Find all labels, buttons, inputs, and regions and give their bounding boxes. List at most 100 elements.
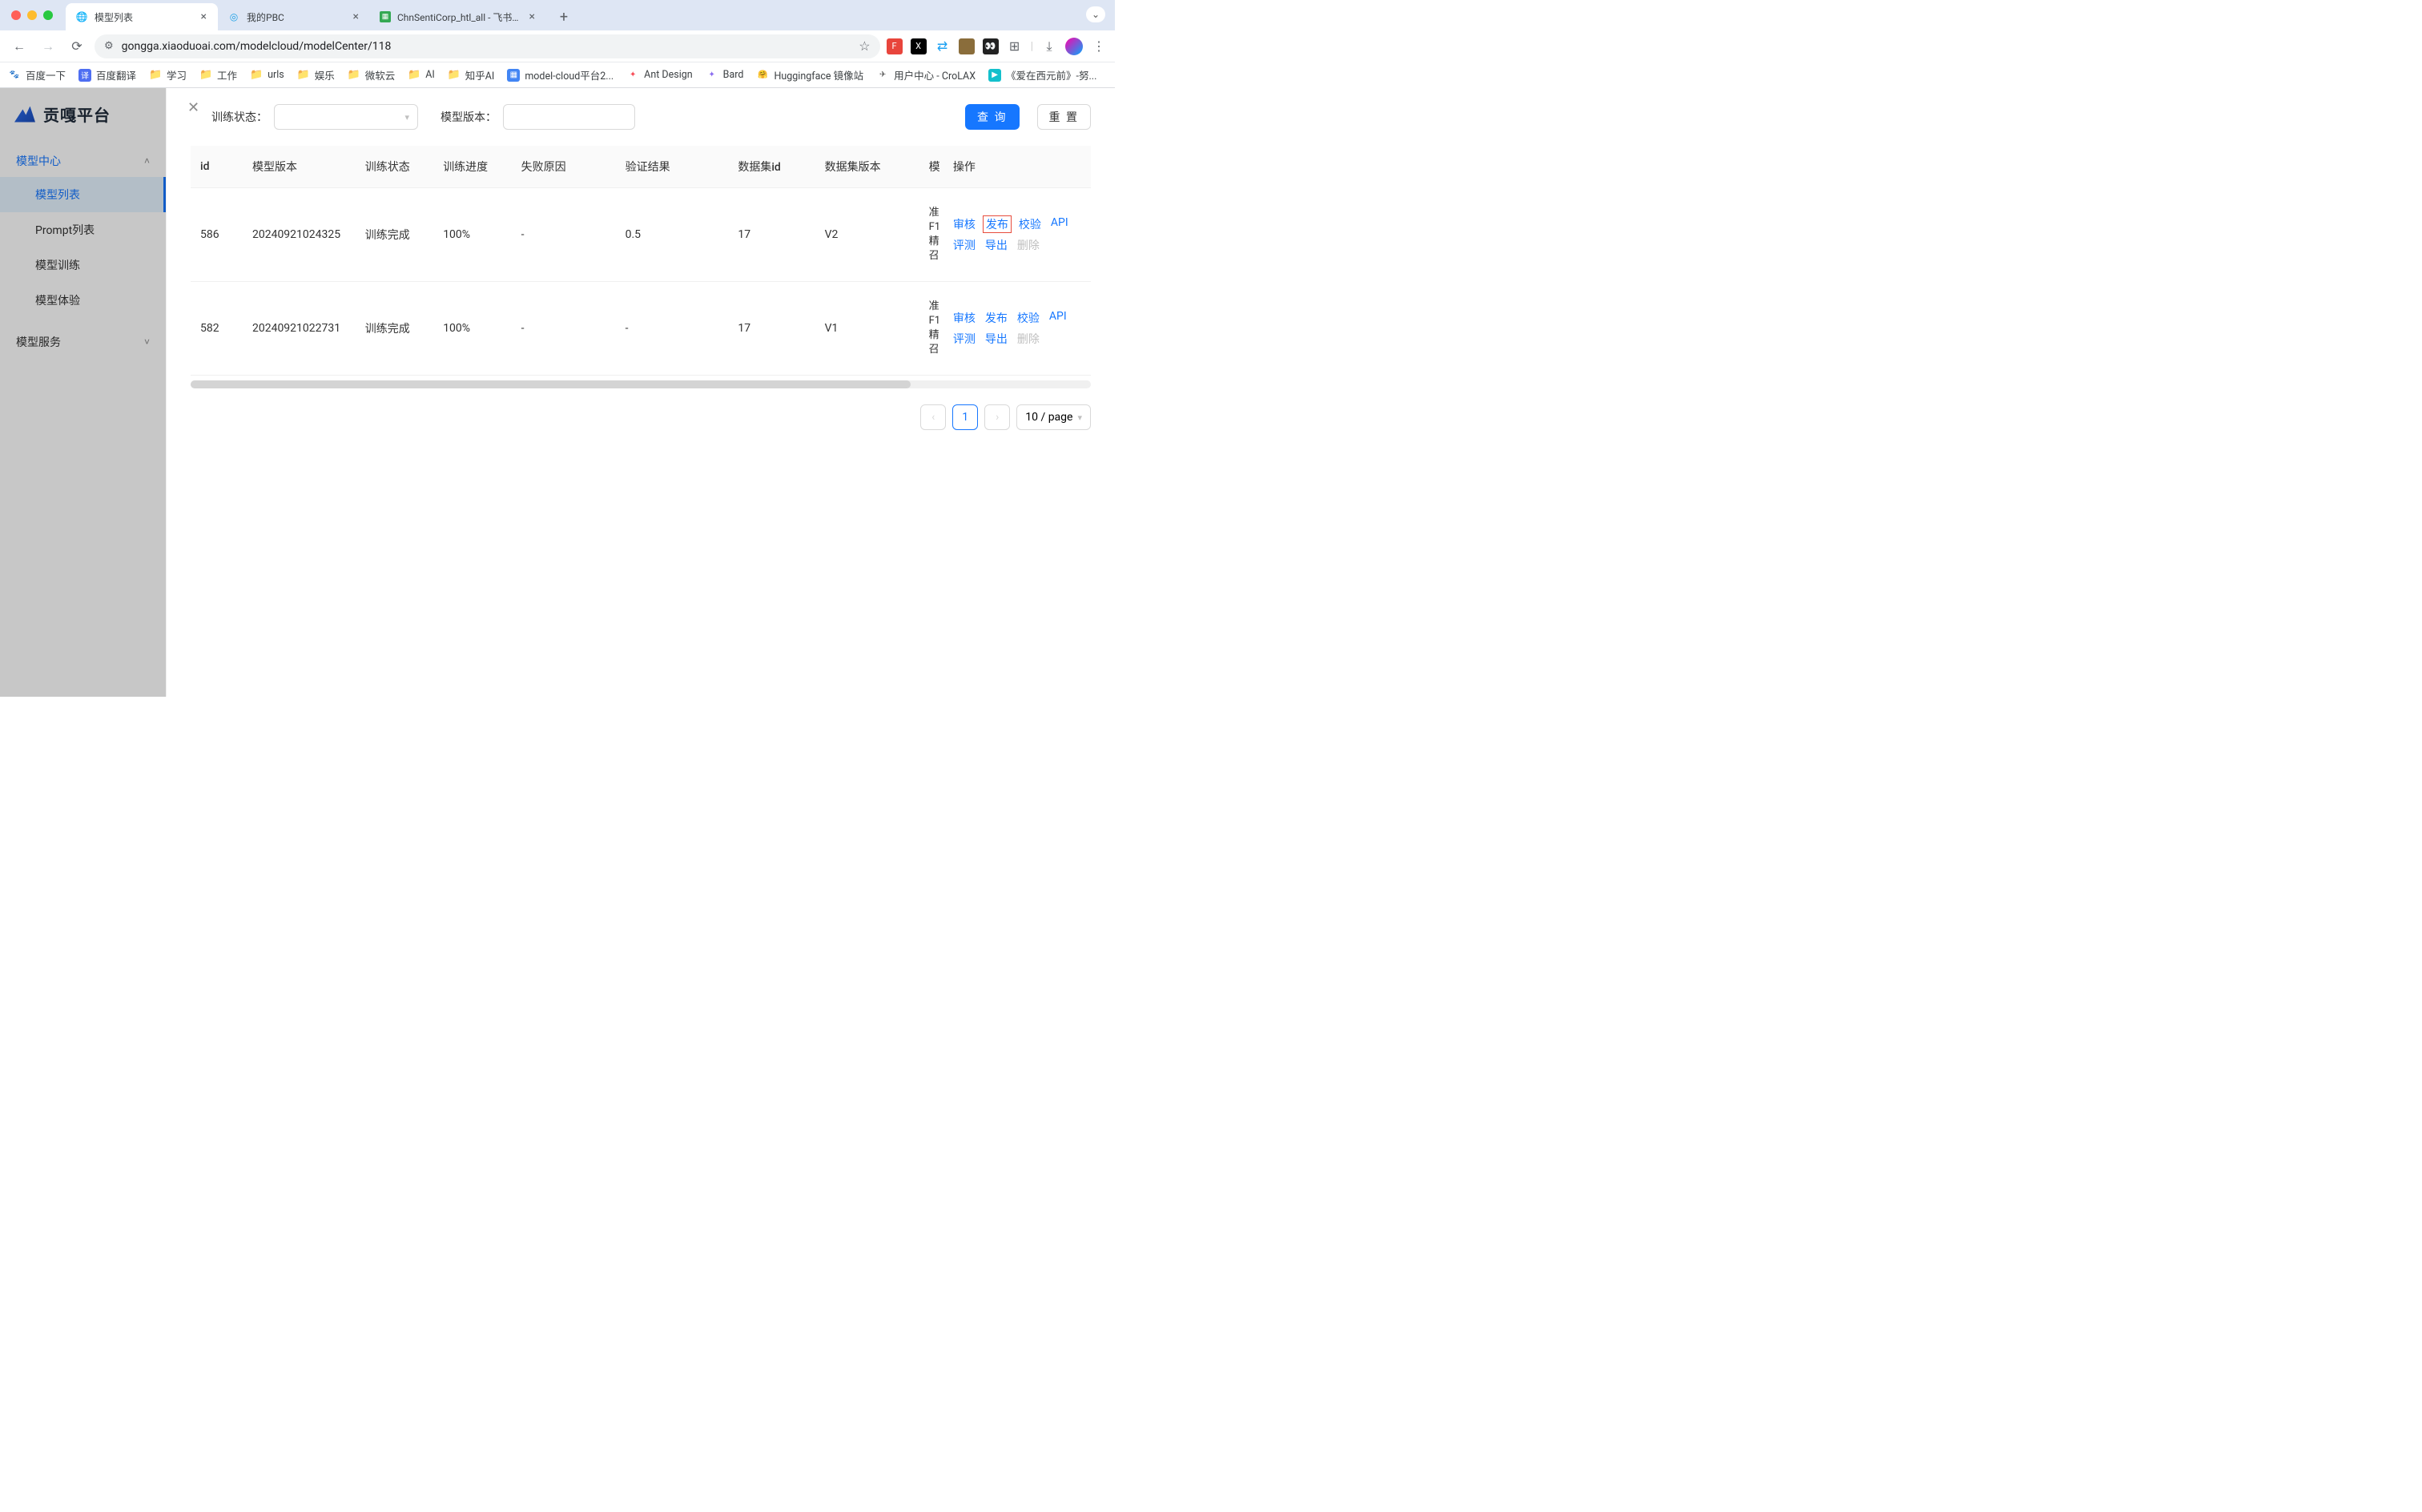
nav-forward-button[interactable]: → [37,35,59,58]
action-export[interactable]: 导出 [985,237,1008,253]
cell-model-metrics: 准F1精召 [919,282,943,376]
new-tab-button[interactable]: + [553,6,575,28]
page-next-button[interactable]: › [984,404,1010,430]
bookmark-folder[interactable]: 学习 [149,67,187,82]
bookmark-item[interactable]: ▶《爱在西元前》-努... [988,67,1096,82]
tab-active[interactable]: 🌐 模型列表 × [66,3,218,30]
bookmark-item[interactable]: 🐾百度一下 [8,67,66,82]
table-container: id 模型版本 训练状态 训练进度 失败原因 验证结果 数据集id 数据集版本 … [167,146,1115,376]
bookmark-folder[interactable]: 微软云 [348,67,396,82]
action-publish[interactable]: 发布 [983,215,1012,233]
action-publish[interactable]: 发布 [985,310,1008,326]
kebab-menu-icon[interactable]: ⋮ [1091,38,1107,54]
action-api[interactable]: API [1051,216,1068,232]
cell-verify: 0.5 [616,188,729,282]
tab[interactable]: ▦ ChnSentiCorp_htl_all - 飞书云 × [370,3,546,30]
nav-back-button[interactable]: ← [8,35,30,58]
browser-tab-strip: 🌐 模型列表 × ◎ 我的PBC × ▦ ChnSentiCorp_htl_al… [0,0,1115,30]
page-number-button[interactable]: 1 [952,404,978,430]
bookmark-item[interactable]: ✦Ant Design [626,69,693,82]
action-eval[interactable]: 评测 [953,237,976,253]
scrollbar-thumb[interactable] [191,380,911,388]
tab-close-icon[interactable]: × [352,10,360,23]
extensions-puzzle-icon[interactable]: ⊞ [1007,38,1023,54]
drawer-close-button[interactable]: ✕ [187,99,199,116]
window-minimize[interactable] [27,10,37,20]
action-delete[interactable]: 删除 [1017,237,1040,253]
profile-menu-button[interactable]: ⌄ [1086,6,1105,22]
window-maximize[interactable] [43,10,53,20]
page-prev-button[interactable]: ‹ [920,404,946,430]
table-row: 58220240921022731训练完成100%--17V1准F1精召审核发布… [191,282,1091,376]
profile-avatar[interactable] [1065,38,1083,55]
table-header-row: id 模型版本 训练状态 训练进度 失败原因 验证结果 数据集id 数据集版本 … [191,146,1091,188]
menu-header-model-service[interactable]: 模型服务 ˅ [0,326,166,358]
extension-icon[interactable]: X [911,38,927,54]
downloads-icon[interactable]: ⤓ [1041,38,1057,54]
action-audit[interactable]: 审核 [953,310,976,326]
tab-close-icon[interactable]: × [199,10,208,23]
action-api[interactable]: API [1049,310,1067,326]
extension-icon[interactable] [959,38,975,54]
filter-version-input[interactable] [503,104,635,130]
menu-item-model-list[interactable]: 模型列表 [0,177,166,212]
cell-status: 训练完成 [356,282,433,376]
menu-item-model-train[interactable]: 模型训练 [0,247,166,283]
bookmark-folder[interactable]: 知乎AI [448,67,495,82]
tabs-container: 🌐 模型列表 × ◎ 我的PBC × ▦ ChnSentiCorp_htl_al… [66,0,575,30]
bookmark-item[interactable]: ▦model-cloud平台2... [507,67,614,82]
extension-icon[interactable]: 👀 [983,38,999,54]
action-audit[interactable]: 审核 [953,216,976,232]
extension-icon[interactable]: ⇄ [935,38,951,54]
action-export[interactable]: 导出 [985,331,1008,347]
cell-actions: 审核发布校验 API 评测导出删除 [943,282,1091,376]
cell-version: 20240921022731 [243,282,356,376]
bookmark-folder[interactable]: AI [408,69,435,82]
filter-status-label: 训练状态： [211,109,268,125]
horizontal-scrollbar[interactable] [191,380,1091,388]
bookmark-star-icon[interactable]: ☆ [859,38,870,54]
extension-icons: F X ⇄ 👀 ⊞ | ⤓ ⋮ [887,38,1107,55]
cell-dataset-ver: V2 [815,188,919,282]
sheets-icon: ▦ [380,11,391,22]
menu-header-model-center[interactable]: 模型中心 ˄ [0,145,166,177]
bookmark-item[interactable]: 译百度翻译 [78,67,136,82]
tab-close-icon[interactable]: × [528,10,537,23]
filter-status-select[interactable]: ▾ [274,104,418,130]
query-button[interactable]: 查 询 [965,104,1019,130]
window-close[interactable] [11,10,21,20]
menu-item-model-experience[interactable]: 模型体验 [0,283,166,318]
action-delete[interactable]: 删除 [1017,331,1040,347]
menu-item-prompt-list[interactable]: Prompt列表 [0,212,166,247]
nav-reload-button[interactable]: ⟳ [66,35,88,58]
site-info-icon[interactable]: ⚙ [104,40,114,52]
bookmark-item[interactable]: ✦Bard [706,69,744,82]
chevron-down-icon: ▾ [1077,412,1082,423]
bookmark-item[interactable]: 🤗Huggingface 镜像站 [756,67,863,82]
bookmark-folder[interactable]: 工作 [199,67,237,82]
cell-progress: 100% [433,188,511,282]
logo-icon [14,107,35,123]
page-size-select[interactable]: 10 / page ▾ [1016,404,1091,430]
action-verify[interactable]: 校验 [1019,216,1041,232]
col-version: 模型版本 [243,146,356,188]
address-bar-row: ← → ⟳ ⚙ gongga.xiaoduoai.com/modelcloud/… [0,30,1115,62]
drawer-panel: ✕ 训练状态： ▾ 模型版本： 查 询 重 置 id 模型版本 训练状态 [167,88,1115,697]
tab-title: 我的PBC [247,10,345,24]
extension-icon[interactable]: F [887,38,903,54]
app-container: 贡嘎平台 模型中心 ˄ 模型列表 Prompt列表 模型训练 模型体验 模型服务… [0,88,1115,697]
bookmarks-bar: 🐾百度一下 译百度翻译 学习 工作 urls 娱乐 微软云 AI 知乎AI ▦m… [0,62,1115,88]
bookmark-folder[interactable]: 娱乐 [297,67,335,82]
bookmark-item[interactable]: ✈用户中心 - CroLAX [876,67,976,82]
favicon-icon: ◎ [227,10,240,23]
cell-model-metrics: 准F1精召 [919,188,943,282]
url-bar[interactable]: ⚙ gongga.xiaoduoai.com/modelcloud/modelC… [95,34,880,58]
bookmark-folder[interactable]: urls [250,69,284,82]
cell-progress: 100% [433,282,511,376]
action-eval[interactable]: 评测 [953,331,976,347]
filter-row: 训练状态： ▾ 模型版本： 查 询 重 置 [167,88,1115,146]
tab[interactable]: ◎ 我的PBC × [218,3,370,30]
cell-id: 582 [191,282,243,376]
reset-button[interactable]: 重 置 [1037,104,1091,130]
action-verify[interactable]: 校验 [1017,310,1040,326]
